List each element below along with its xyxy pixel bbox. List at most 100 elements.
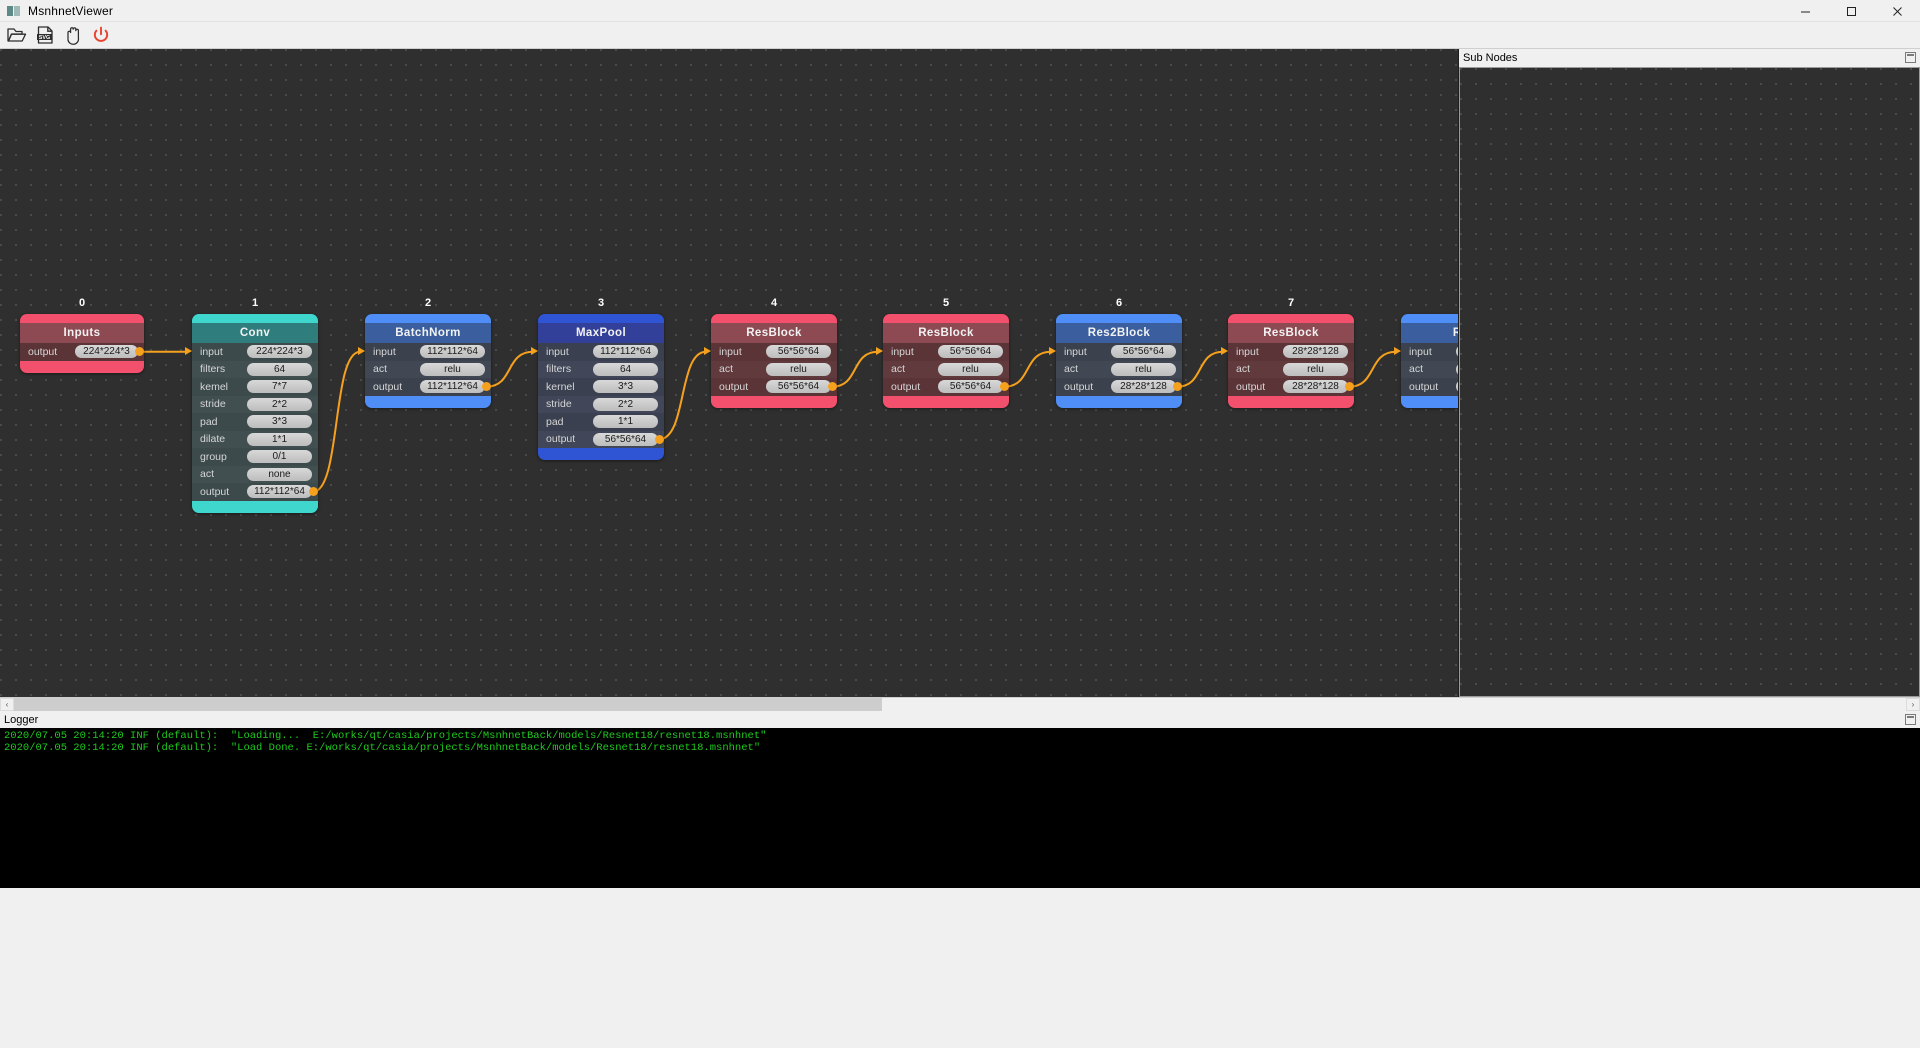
node-input-port[interactable] bbox=[876, 347, 883, 356]
node-param-value[interactable]: 224*224*3 bbox=[75, 345, 138, 359]
node-param-label: kernel bbox=[546, 380, 575, 393]
svg-text:SVG: SVG bbox=[39, 35, 50, 41]
node-param-value[interactable]: 7*7 bbox=[247, 380, 312, 394]
node-index-label: 0 bbox=[78, 297, 86, 309]
node-param-value[interactable]: 112*112*64 bbox=[247, 485, 312, 499]
scrollbar-thumb[interactable] bbox=[14, 698, 882, 711]
node-param-value[interactable]: 3*3 bbox=[593, 380, 658, 394]
pan-hand-icon[interactable] bbox=[60, 23, 86, 47]
graph-node[interactable]: Conv input 224*224*3 filters 64 kemel 7*7 strid… bbox=[192, 314, 318, 513]
node-param-value[interactable] bbox=[1456, 345, 1458, 359]
graph-node[interactable]: ResBlock input 28*28*128 act relu output 28*28… bbox=[1228, 314, 1354, 408]
node-param-row: act bbox=[1401, 360, 1458, 378]
graph-node[interactable]: Res2Block input 56*56*64 act relu output 28*28… bbox=[1056, 314, 1182, 408]
node-param-value[interactable]: 1*1 bbox=[247, 432, 312, 446]
node-param-row: kernel 3*3 bbox=[538, 378, 664, 396]
graph-canvas[interactable]: 0 Inputs output 224*224*3 1 Conv input 224*224*… bbox=[0, 49, 1459, 697]
node-input-port[interactable] bbox=[1049, 347, 1056, 356]
node-param-value[interactable]: 224*224*3 bbox=[247, 345, 312, 359]
node-param-row: output 56*56*64 bbox=[711, 378, 837, 396]
node-top-bar bbox=[192, 314, 318, 323]
node-bottom-bar bbox=[1056, 395, 1182, 408]
graph-node[interactable]: Inputs output 224*224*3 bbox=[20, 314, 144, 373]
node-param-value[interactable]: 56*56*64 bbox=[938, 380, 1003, 394]
graph-node[interactable]: BatchNorm input 112*112*64 act relu output 112… bbox=[365, 314, 491, 408]
node-param-value[interactable]: 112*112*64 bbox=[593, 345, 658, 359]
node-param-label: kemel bbox=[200, 380, 229, 393]
minimize-button[interactable] bbox=[1782, 0, 1828, 22]
node-param-value[interactable]: 28*28*128 bbox=[1111, 380, 1176, 394]
node-param-label: dilate bbox=[200, 433, 226, 446]
node-param-row: act relu bbox=[1228, 360, 1354, 378]
node-param-value[interactable]: relu bbox=[1283, 362, 1348, 376]
panel-undock-icon[interactable] bbox=[1905, 52, 1916, 63]
node-param-label: input bbox=[719, 345, 742, 358]
node-param-label: input bbox=[1236, 345, 1259, 358]
node-title: Inputs bbox=[20, 323, 144, 343]
node-param-value[interactable]: 56*56*64 bbox=[766, 380, 831, 394]
node-param-value[interactable]: 56*56*64 bbox=[766, 345, 831, 359]
node-param-value[interactable]: relu bbox=[420, 362, 485, 376]
export-svg-icon[interactable]: SVG bbox=[32, 23, 58, 47]
node-param-value[interactable]: 112*112*64 bbox=[420, 380, 485, 394]
node-param-row: act relu bbox=[883, 360, 1009, 378]
node-param-value[interactable] bbox=[1456, 380, 1458, 394]
graph-node[interactable]: ResBlock input 56*56*64 act relu output 56*56*… bbox=[711, 314, 837, 408]
node-param-value[interactable]: 64 bbox=[247, 362, 312, 376]
node-param-label: act bbox=[200, 468, 215, 481]
node-input-port[interactable] bbox=[704, 347, 711, 356]
node-input-port[interactable] bbox=[531, 347, 538, 356]
node-param-value[interactable]: 56*56*64 bbox=[938, 345, 1003, 359]
graph-node[interactable]: MaxPool input 112*112*64 filters 64 kernel 3*3… bbox=[538, 314, 664, 460]
graph-node[interactable]: ResBlock input 56*56*64 act relu output 56*56*… bbox=[883, 314, 1009, 408]
node-param-value[interactable]: relu bbox=[1111, 362, 1176, 376]
node-input-port[interactable] bbox=[1221, 347, 1228, 356]
scroll-left-arrow[interactable]: ‹ bbox=[0, 698, 14, 711]
node-top-bar bbox=[711, 314, 837, 323]
node-param-label: output bbox=[373, 380, 403, 393]
node-param-value[interactable]: 0/1 bbox=[247, 450, 312, 464]
node-param-label: act bbox=[1409, 363, 1424, 376]
open-folder-icon[interactable] bbox=[4, 23, 30, 47]
node-param-value[interactable]: 1*1 bbox=[593, 415, 658, 429]
maximize-button[interactable] bbox=[1828, 0, 1874, 22]
node-param-label: act bbox=[1064, 363, 1079, 376]
node-bottom-bar bbox=[365, 395, 491, 408]
node-param-value[interactable]: 28*28*128 bbox=[1283, 380, 1348, 394]
node-param-value[interactable]: 56*56*64 bbox=[1111, 345, 1176, 359]
node-param-label: act bbox=[719, 363, 734, 376]
node-param-value[interactable]: 112*112*64 bbox=[420, 345, 485, 359]
scroll-right-arrow[interactable]: › bbox=[1906, 698, 1920, 711]
node-input-port[interactable] bbox=[358, 347, 365, 356]
node-param-value[interactable]: 2*2 bbox=[593, 397, 658, 411]
log-line: 2020/07.05 20:14:20 INF (default): "Load… bbox=[4, 730, 767, 742]
node-param-label: output bbox=[1236, 380, 1266, 393]
node-index-label: 6 bbox=[1115, 297, 1123, 309]
close-button[interactable] bbox=[1874, 0, 1920, 22]
logger-output[interactable]: 2020/07.05 20:14:20 INF (default): "Load… bbox=[0, 728, 1920, 888]
scrollbar-track[interactable] bbox=[14, 698, 1906, 711]
node-param-row: act relu bbox=[711, 360, 837, 378]
logger-undock-icon[interactable] bbox=[1905, 714, 1916, 725]
sub-nodes-canvas[interactable] bbox=[1459, 67, 1920, 697]
node-param-value[interactable]: 28*28*128 bbox=[1283, 345, 1348, 359]
node-param-value[interactable]: 2*2 bbox=[247, 397, 312, 411]
node-param-row: output 56*56*64 bbox=[883, 378, 1009, 396]
node-input-port[interactable] bbox=[1394, 347, 1401, 356]
node-output-port[interactable] bbox=[655, 434, 664, 444]
horizontal-scrollbar[interactable]: ‹ › bbox=[0, 697, 1920, 711]
node-index-label: 5 bbox=[942, 297, 950, 309]
node-param-value[interactable]: 56*56*64 bbox=[593, 432, 658, 446]
title-bar: MsnhnetViewer bbox=[0, 0, 1920, 22]
node-param-value[interactable]: none bbox=[247, 467, 312, 481]
node-param-value[interactable] bbox=[1456, 362, 1458, 376]
node-param-row: output bbox=[1401, 378, 1458, 396]
node-param-value[interactable]: 64 bbox=[593, 362, 658, 376]
node-param-value[interactable]: 3*3 bbox=[247, 415, 312, 429]
node-input-port[interactable] bbox=[185, 347, 192, 356]
graph-node[interactable]: Res input act output bbox=[1401, 314, 1458, 408]
node-title: ResBlock bbox=[711, 323, 837, 343]
power-icon[interactable] bbox=[88, 23, 114, 47]
node-param-value[interactable]: relu bbox=[766, 362, 831, 376]
node-param-value[interactable]: relu bbox=[938, 362, 1003, 376]
